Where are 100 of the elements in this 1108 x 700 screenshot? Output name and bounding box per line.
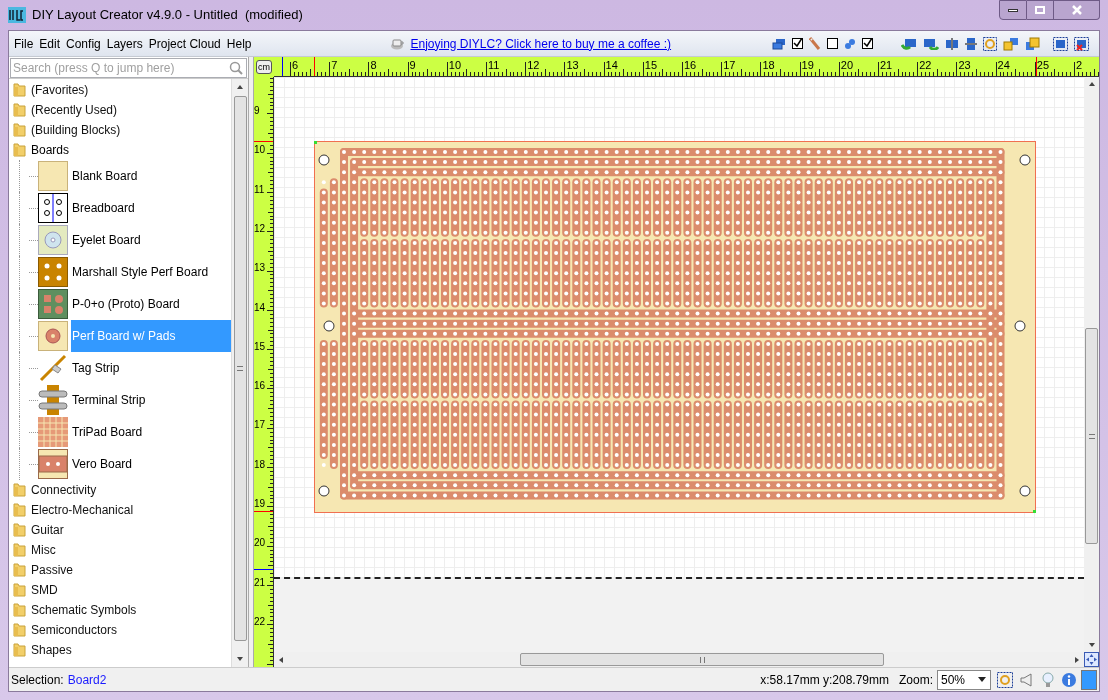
tree-category[interactable]: (Recently Used)	[31, 101, 118, 119]
ruler-label: 6	[292, 59, 299, 71]
tree-category[interactable]: Semiconductors	[31, 621, 118, 639]
layers-icon[interactable]	[772, 37, 786, 50]
back-icon[interactable]	[1025, 36, 1041, 51]
tree-item[interactable]: Tag Strip	[71, 352, 231, 384]
ruler-label: 9	[254, 105, 260, 117]
search-icon	[229, 61, 243, 75]
ruler-label: 22	[919, 59, 932, 71]
menu-item[interactable]: Help	[223, 34, 255, 53]
tree-category[interactable]: Shapes	[31, 641, 72, 659]
pan-icon[interactable]	[1084, 652, 1099, 667]
ruler-label: 17	[254, 419, 266, 432]
ruler-label: 19	[801, 59, 814, 71]
tree-item[interactable]: Eyelet Board	[71, 224, 231, 256]
app-logo-icon	[8, 7, 26, 23]
tree-category[interactable]: Passive	[31, 561, 74, 579]
menu-item[interactable]: Project Cloud	[145, 34, 224, 53]
menu-item[interactable]: Config	[63, 34, 104, 53]
board-icon	[38, 161, 68, 191]
maximize-button[interactable]	[1027, 0, 1054, 20]
menu-item[interactable]: Layers	[103, 34, 146, 53]
ruler-label: 22	[254, 615, 266, 628]
folder-icon	[13, 103, 26, 117]
tree-category[interactable]: Electro-Mechanical	[31, 501, 134, 519]
tree-item[interactable]: Terminal Strip	[71, 384, 231, 416]
close-button[interactable]	[1054, 0, 1100, 20]
perf-board-drawing[interactable]	[314, 141, 1036, 513]
ruler-label: 12	[527, 59, 540, 71]
proto-board-icon	[38, 289, 68, 319]
tree-item[interactable]: Blank Board	[71, 160, 231, 192]
tripad-board-icon	[38, 417, 68, 447]
eyelet-icon	[38, 225, 68, 255]
ruler-label: 11	[488, 59, 500, 71]
ruler-label: 13	[254, 262, 266, 275]
ruler-label: 14	[605, 59, 618, 71]
group-icon[interactable]	[983, 36, 997, 51]
checkbox-icon[interactable]	[827, 38, 838, 49]
ruler-label: 12	[254, 222, 266, 235]
ruler-label: 8	[370, 59, 377, 71]
front-icon[interactable]	[1003, 36, 1019, 51]
menu-item[interactable]: Edit	[36, 34, 64, 53]
ruler-label: 25	[1036, 59, 1050, 71]
folder-icon	[13, 143, 26, 157]
dropdown-caret-icon	[978, 677, 986, 682]
ruler-label: 9	[409, 59, 416, 71]
perf-board-icon	[38, 257, 68, 287]
checkbox-icon[interactable]	[862, 38, 873, 49]
ruler-label: 7	[331, 59, 338, 71]
tag-strip-icon	[38, 353, 68, 383]
tree-category[interactable]: Boards	[31, 141, 70, 159]
selection-icon[interactable]	[1053, 36, 1068, 51]
tree-item[interactable]: TriPad Board	[71, 416, 231, 448]
ruler-label: 15	[254, 340, 266, 353]
tree-category[interactable]: (Favorites)	[31, 81, 89, 99]
ruler-label: 14	[254, 301, 266, 314]
folder-icon	[13, 583, 26, 597]
info-icon[interactable]	[1061, 671, 1077, 688]
tree-item[interactable]: Vero Board	[71, 448, 231, 480]
minimize-button[interactable]	[999, 0, 1027, 20]
search-field[interactable]: Search (press Q to jump here)	[10, 58, 247, 78]
folder-icon	[13, 123, 26, 137]
tree-item[interactable]: Breadboard	[71, 192, 231, 224]
zoom-dropdown[interactable]: 50%	[937, 669, 991, 690]
vero-board-icon	[38, 449, 68, 479]
ruler-label: 21	[254, 576, 266, 589]
checkbox-icon[interactable]	[792, 38, 803, 49]
tree-item[interactable]: P-0+o (Proto) Board	[71, 288, 231, 320]
breadboard-icon	[38, 193, 68, 223]
pen-icon[interactable]	[809, 36, 821, 51]
selection-label: Selection:	[11, 671, 64, 689]
vertical-scrollbar[interactable]	[231, 79, 248, 667]
align-vertical-icon[interactable]	[965, 36, 977, 51]
tree-item[interactable]: Marshall Style Perf Board	[71, 256, 231, 288]
folder-icon	[13, 523, 26, 537]
close-icon	[1071, 5, 1082, 15]
zoom-fit-icon[interactable]	[997, 671, 1013, 688]
ruler-label: 10	[448, 59, 462, 71]
delete-selection-icon[interactable]	[1074, 36, 1089, 51]
ruler-label: 24	[997, 59, 1010, 71]
tree-category[interactable]: Guitar	[31, 521, 64, 539]
ruler-label: 20	[254, 537, 266, 550]
link-icon[interactable]	[844, 37, 856, 50]
tree-category[interactable]: (Building Blocks)	[31, 121, 121, 139]
ruler-label: 23	[958, 59, 971, 71]
megaphone-icon[interactable]	[1019, 671, 1035, 688]
tree-category[interactable]: Connectivity	[31, 481, 97, 499]
menu-item[interactable]: File	[11, 34, 37, 53]
tree-category[interactable]: SMD	[31, 581, 58, 599]
vertical-scrollbar[interactable]	[1084, 77, 1099, 652]
tree-category[interactable]: Misc	[31, 541, 56, 559]
folder-icon	[13, 543, 26, 557]
folder-icon	[13, 643, 26, 657]
bring-forward-icon[interactable]	[923, 37, 939, 50]
tree-category[interactable]: Schematic Symbols	[31, 601, 137, 619]
send-backward-icon[interactable]	[901, 37, 917, 50]
folder-icon	[13, 503, 26, 517]
coffee-link[interactable]: Enjoying DIYLC? Click here to buy me a coffee :)	[410, 34, 672, 53]
unit-button[interactable]: cm	[256, 60, 272, 74]
align-horizontal-icon[interactable]	[945, 37, 959, 50]
